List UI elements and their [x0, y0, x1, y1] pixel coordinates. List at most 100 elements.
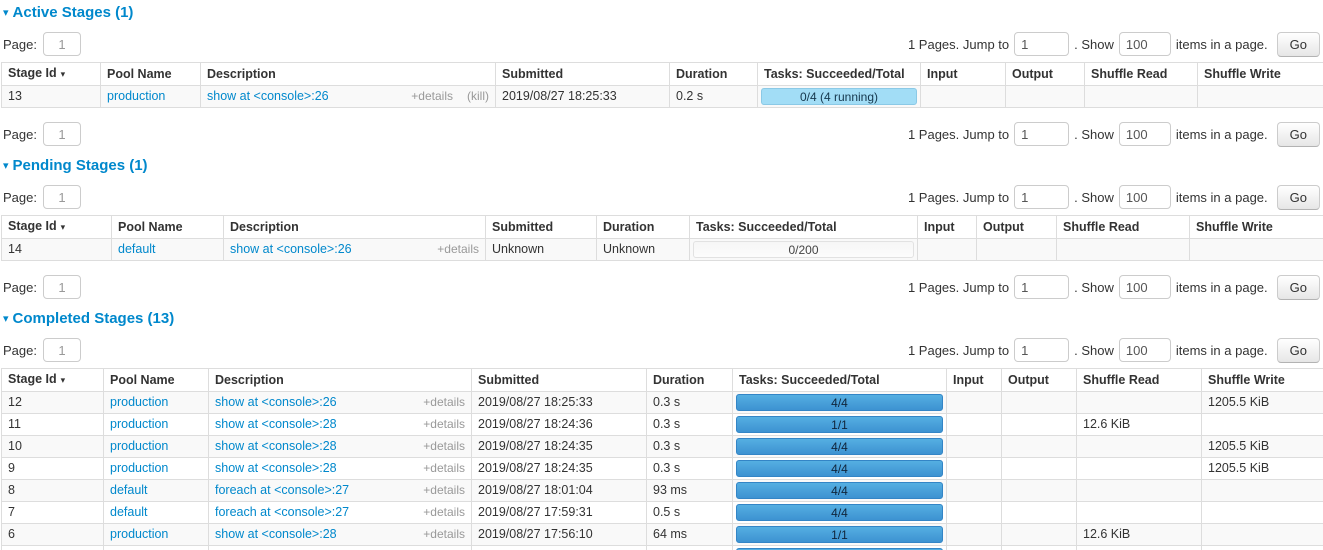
items-per-page-label: items in a page.	[1176, 190, 1268, 205]
shuffle-write-cell: 1205.5 KiB	[1202, 546, 1323, 550]
page-number-input[interactable]	[43, 185, 81, 209]
column-header-label: Shuffle Write	[1204, 67, 1281, 81]
column-header-tasks-succeeded-total[interactable]: Tasks: Succeeded/Total	[733, 369, 947, 392]
stage-description-link[interactable]: show at <console>:28	[215, 416, 337, 433]
stage-description-link[interactable]: foreach at <console>:27	[215, 504, 349, 521]
stage-description-link[interactable]: show at <console>:28	[215, 460, 337, 477]
page-number-input[interactable]	[43, 32, 81, 56]
section-header-active-stages[interactable]: ▾Active Stages (1)	[3, 4, 1320, 23]
pool-name-link[interactable]: default	[110, 483, 148, 497]
pool-name-link[interactable]: default	[110, 505, 148, 519]
stage-description-link[interactable]: foreach at <console>:27	[215, 482, 349, 499]
column-header-pool-name[interactable]: Pool Name	[104, 369, 209, 392]
column-header-tasks-succeeded-total[interactable]: Tasks: Succeeded/Total	[758, 63, 921, 86]
pool-name-link[interactable]: production	[110, 461, 168, 475]
stage-description-link[interactable]: show at <console>:28	[215, 526, 337, 543]
pool-name-link[interactable]: production	[110, 439, 168, 453]
show-items-input[interactable]	[1119, 275, 1171, 299]
input-cell	[921, 86, 1006, 108]
column-header-input[interactable]: Input	[921, 63, 1006, 86]
column-header-shuffle-write[interactable]: Shuffle Write	[1190, 216, 1323, 239]
page-number-input[interactable]	[43, 275, 81, 299]
stage-description-link[interactable]: show at <console>:26	[215, 394, 337, 411]
jump-to-page-input[interactable]	[1014, 32, 1069, 56]
column-header-duration[interactable]: Duration	[597, 216, 690, 239]
jump-to-page-input[interactable]	[1014, 275, 1069, 299]
column-header-pool-name[interactable]: Pool Name	[101, 63, 201, 86]
go-button[interactable]: Go	[1277, 338, 1320, 363]
column-header-shuffle-write[interactable]: Shuffle Write	[1198, 63, 1323, 86]
stage-description-link[interactable]: show at <console>:26	[207, 88, 329, 105]
description-inner: foreach at <console>:27 +details	[215, 482, 465, 499]
description-cell: foreach at <console>:27 +details	[209, 502, 472, 524]
jump-to-page-input[interactable]	[1014, 122, 1069, 146]
column-header-output[interactable]: Output	[977, 216, 1057, 239]
section-header-pending-stages[interactable]: ▾Pending Stages (1)	[3, 157, 1320, 176]
column-header-stage-id[interactable]: Stage Id▾	[2, 369, 104, 392]
go-button[interactable]: Go	[1277, 185, 1320, 210]
column-header-tasks-succeeded-total[interactable]: Tasks: Succeeded/Total	[690, 216, 918, 239]
column-header-shuffle-read[interactable]: Shuffle Read	[1085, 63, 1198, 86]
pool-name-link[interactable]: production	[107, 89, 165, 103]
column-header-duration[interactable]: Duration	[670, 63, 758, 86]
section-header-completed-stages[interactable]: ▾Completed Stages (13)	[3, 310, 1320, 329]
pool-name-link[interactable]: production	[110, 527, 168, 541]
column-header-submitted[interactable]: Submitted	[496, 63, 670, 86]
column-header-label: Pool Name	[107, 67, 172, 81]
details-toggle[interactable]: +details	[411, 88, 453, 105]
column-header-output[interactable]: Output	[1006, 63, 1085, 86]
column-header-shuffle-read[interactable]: Shuffle Read	[1057, 216, 1190, 239]
details-toggle[interactable]: +details	[437, 241, 479, 258]
page-number-input[interactable]	[43, 338, 81, 362]
input-cell	[918, 239, 977, 261]
kill-link[interactable]: (kill)	[467, 88, 489, 105]
details-toggle[interactable]: +details	[423, 526, 465, 543]
column-header-submitted[interactable]: Submitted	[472, 369, 647, 392]
show-items-input[interactable]	[1119, 32, 1171, 56]
column-header-submitted[interactable]: Submitted	[486, 216, 597, 239]
duration-cell: 0.2 s	[670, 86, 758, 108]
column-header-shuffle-write[interactable]: Shuffle Write	[1202, 369, 1323, 392]
description-inner: show at <console>:28 +details	[215, 526, 465, 543]
total-pages-text: 1 Pages. Jump to	[908, 280, 1009, 295]
details-toggle[interactable]: +details	[423, 504, 465, 521]
details-toggle[interactable]: +details	[423, 460, 465, 477]
details-toggle[interactable]: +details	[423, 394, 465, 411]
task-progress-bar: 4/4	[736, 460, 943, 477]
go-button[interactable]: Go	[1277, 122, 1320, 147]
column-header-shuffle-read[interactable]: Shuffle Read	[1077, 369, 1202, 392]
items-per-page-label: items in a page.	[1176, 280, 1268, 295]
total-pages-text: 1 Pages. Jump to	[908, 37, 1009, 52]
details-toggle[interactable]: +details	[423, 482, 465, 499]
pagination-row-active-top: Page:1 Pages. Jump to. Showitems in a pa…	[3, 31, 1320, 57]
shuffle-read-cell: 12.6 KiB	[1077, 414, 1202, 436]
pool-name-link[interactable]: production	[110, 395, 168, 409]
show-items-input[interactable]	[1119, 122, 1171, 146]
details-toggle[interactable]: +details	[423, 416, 465, 433]
stage-description-link[interactable]: show at <console>:26	[230, 241, 352, 258]
column-header-input[interactable]: Input	[918, 216, 977, 239]
description-cell: show at <console>:26 +details (kill)	[201, 86, 496, 108]
pool-name-link[interactable]: production	[110, 417, 168, 431]
column-header-description[interactable]: Description	[224, 216, 486, 239]
jump-to-page-input[interactable]	[1014, 185, 1069, 209]
column-header-description[interactable]: Description	[201, 63, 496, 86]
column-header-stage-id[interactable]: Stage Id▾	[2, 63, 101, 86]
stage-description-link[interactable]: show at <console>:28	[215, 438, 337, 455]
show-items-input[interactable]	[1119, 338, 1171, 362]
column-header-description[interactable]: Description	[209, 369, 472, 392]
go-button[interactable]: Go	[1277, 32, 1320, 57]
details-toggle[interactable]: +details	[423, 438, 465, 455]
column-header-duration[interactable]: Duration	[647, 369, 733, 392]
jump-to-page-input[interactable]	[1014, 338, 1069, 362]
page-number-input[interactable]	[43, 122, 81, 146]
go-button[interactable]: Go	[1277, 275, 1320, 300]
description-actions: +details	[423, 526, 465, 543]
column-header-output[interactable]: Output	[1002, 369, 1077, 392]
column-header-input[interactable]: Input	[947, 369, 1002, 392]
pool-name-link[interactable]: default	[118, 242, 156, 256]
column-header-pool-name[interactable]: Pool Name	[112, 216, 224, 239]
column-header-stage-id[interactable]: Stage Id▾	[2, 216, 112, 239]
show-items-input[interactable]	[1119, 185, 1171, 209]
task-progress-bar: 0/4 (4 running)	[761, 88, 917, 105]
